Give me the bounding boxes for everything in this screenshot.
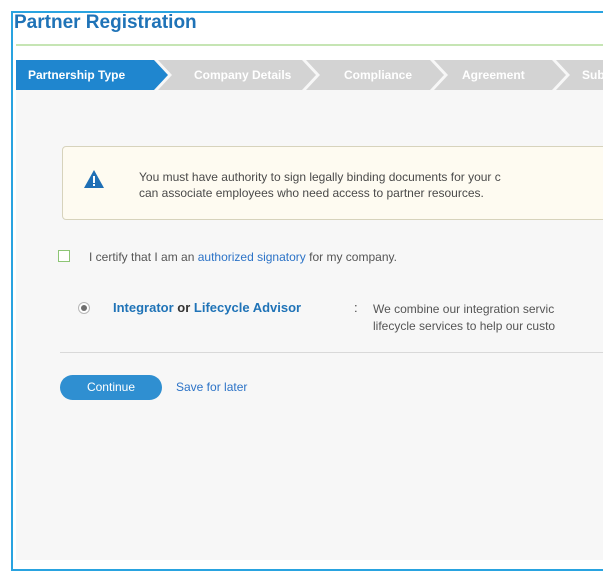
warning-icon (83, 169, 105, 194)
step-label: Compliance (344, 68, 413, 82)
option-description: We combine our integration servic lifecy… (373, 301, 555, 335)
authority-alert: You must have authority to sign legally … (62, 146, 603, 220)
step-label: Partnership Type (28, 68, 126, 82)
save-for-later-link[interactable]: Save for later (176, 380, 247, 394)
page-title: Partner Registration (14, 12, 197, 33)
certify-checkbox[interactable] (58, 250, 70, 262)
integrator-link[interactable]: Integrator (113, 300, 174, 315)
step-partnership-type[interactable]: Partnership Type (16, 60, 168, 90)
alert-message: You must have authority to sign legally … (139, 169, 501, 201)
option-radio[interactable] (78, 302, 90, 314)
step-label: Company Details (194, 68, 292, 82)
certify-text-before: I certify that I am an (89, 250, 195, 264)
option-title: Integrator or Lifecycle Advisor (113, 300, 301, 315)
authorized-signatory-link[interactable]: authorized signatory (198, 250, 306, 264)
title-divider (16, 44, 603, 46)
continue-button[interactable]: Continue (60, 375, 162, 400)
step-compliance[interactable]: Compliance (306, 60, 444, 90)
section-divider (60, 352, 603, 353)
alert-line-2: can associate employees who need access … (139, 186, 484, 200)
step-company-details[interactable]: Company Details (158, 60, 316, 90)
option-colon: : (354, 300, 358, 315)
certify-label: I certify that I am an authorized signat… (89, 250, 397, 264)
option-desc-line-1: We combine our integration servic (373, 302, 555, 316)
option-desc-line-2: lifecycle services to help our custo (373, 319, 556, 333)
step-agreement[interactable]: Agreement (434, 60, 566, 90)
alert-line-1: You must have authority to sign legally … (139, 170, 501, 184)
option-connector: or (177, 300, 191, 315)
lifecycle-advisor-link[interactable]: Lifecycle Advisor (194, 300, 301, 315)
step-label: Subm (582, 68, 603, 82)
step-submit[interactable]: Subm (556, 60, 603, 90)
step-label: Agreement (462, 68, 525, 82)
progress-steps: Partnership Type Company Details Complia… (16, 60, 603, 90)
partnership-option[interactable]: Integrator or Lifecycle Advisor : We com… (78, 300, 603, 340)
certify-text-after: for my company. (309, 250, 397, 264)
